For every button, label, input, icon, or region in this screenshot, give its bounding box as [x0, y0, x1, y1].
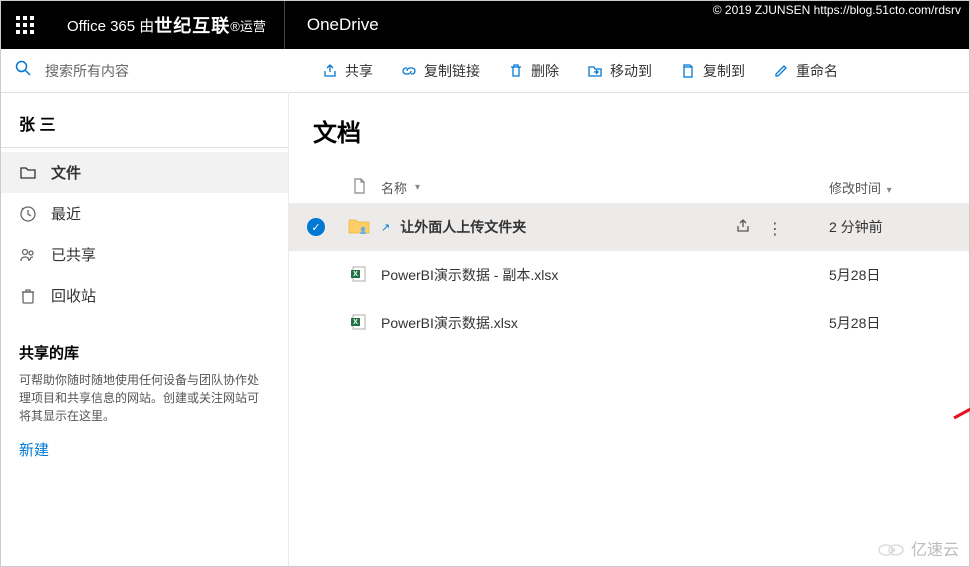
sidebar-item-label: 已共享 [51, 244, 96, 265]
move-icon [587, 63, 603, 79]
file-list-header: 名称 ▾ 修改时间 ▾ [289, 172, 969, 203]
trash-icon [508, 63, 524, 79]
filetype-icon-header[interactable] [337, 178, 381, 197]
copylink-button[interactable]: 复制链接 [388, 55, 493, 87]
search-placeholder: 搜索所有内容 [45, 61, 129, 81]
main-content: 文档 名称 ▾ 修改时间 ▾ ✓ [289, 93, 969, 566]
copyto-label: 复制到 [703, 61, 745, 81]
pencil-icon [773, 63, 789, 79]
command-bar: 搜索所有内容 共享 复制链接 删除 移动到 复制到 重命名 [1, 49, 969, 93]
check-icon[interactable]: ✓ [307, 218, 325, 236]
brand-suffix: ®运营 [230, 16, 266, 35]
copy-icon [680, 63, 696, 79]
file-list: 名称 ▾ 修改时间 ▾ ✓ [289, 172, 969, 347]
user-name: 张 三 [1, 103, 288, 148]
file-modified: 2 分钟前 [829, 217, 969, 237]
brand-area: Office 365 由 世纪互联 ®运营 [49, 1, 285, 49]
copyto-button[interactable]: 复制到 [667, 55, 758, 87]
file-row[interactable]: ✓ ↗ 让外面人上传文件夹 ⋮ 2 分钟前 [289, 203, 969, 251]
shared-folder-icon [348, 217, 370, 235]
file-name: PowerBI演示数据 - 副本.xlsx [381, 265, 558, 285]
watermark-top: © 2019 ZJUNSEN https://blog.51cto.com/rd… [713, 3, 961, 17]
annotation-arrow [949, 383, 970, 423]
rename-label: 重命名 [796, 61, 838, 81]
moveto-label: 移动到 [610, 61, 652, 81]
page-title: 文档 [289, 113, 969, 172]
new-library-button[interactable]: 新建 [1, 425, 288, 474]
brand-prefix: Office 365 由 [67, 15, 154, 36]
excel-file-icon: X [350, 265, 368, 283]
chevron-down-icon: ▾ [887, 185, 892, 196]
share-icon [322, 63, 338, 79]
search-box[interactable]: 搜索所有内容 [1, 49, 289, 93]
sidebar-item-label: 最近 [51, 203, 81, 224]
shared-lib-header: 共享的库 [1, 316, 288, 371]
rename-button[interactable]: 重命名 [760, 55, 851, 87]
row-share-button[interactable] [729, 212, 757, 240]
svg-text:X: X [353, 319, 358, 326]
app-title[interactable]: OneDrive [285, 15, 401, 35]
sidebar-item-label: 文件 [51, 162, 81, 183]
file-name: 让外面人上传文件夹 [400, 217, 526, 237]
row-more-button[interactable]: ⋮ [761, 215, 789, 243]
sidebar-item-shared[interactable]: 已共享 [1, 234, 288, 275]
moveto-button[interactable]: 移动到 [574, 55, 665, 87]
brand-strong: 世纪互联 [154, 12, 230, 38]
delete-label: 删除 [531, 61, 559, 81]
folder-icon [19, 164, 37, 182]
search-icon [15, 60, 31, 81]
file-row[interactable]: X PowerBI演示数据.xlsx 5月28日 [289, 299, 969, 347]
sidebar-item-recent[interactable]: 最近 [1, 193, 288, 234]
file-row[interactable]: X PowerBI演示数据 - 副本.xlsx 5月28日 [289, 251, 969, 299]
sidebar-item-files[interactable]: 文件 [1, 152, 288, 193]
command-buttons: 共享 复制链接 删除 移动到 复制到 重命名 [289, 55, 851, 87]
column-modified[interactable]: 修改时间 ▾ [829, 178, 969, 197]
copylink-label: 复制链接 [424, 61, 480, 81]
delete-button[interactable]: 删除 [495, 55, 572, 87]
excel-file-icon: X [350, 313, 368, 331]
recycle-icon [19, 287, 37, 305]
sidebar-item-label: 回收站 [51, 285, 96, 306]
column-name[interactable]: 名称 ▾ [381, 178, 729, 197]
chevron-down-icon: ▾ [415, 182, 420, 193]
share-button[interactable]: 共享 [309, 55, 386, 87]
file-modified: 5月28日 [829, 313, 969, 333]
app-launcher-button[interactable] [1, 1, 49, 49]
svg-text:X: X [353, 271, 358, 278]
clock-icon [19, 205, 37, 223]
sidebar-item-recycle[interactable]: 回收站 [1, 275, 288, 316]
people-icon [19, 246, 37, 264]
share-label: 共享 [345, 61, 373, 81]
link-icon [401, 63, 417, 79]
watermark-bottom: 亿速云 [877, 536, 959, 560]
shared-lib-desc: 可帮助你随时随地使用任何设备与团队协作处理项目和共享信息的网站。创建或关注网站可… [1, 371, 288, 425]
file-name: PowerBI演示数据.xlsx [381, 313, 518, 333]
shortcut-icon: ↗ [381, 221, 390, 234]
sidebar: 张 三 文件 最近 已共享 回收站 共享的库 可帮助你随时随地使用任何设备与团队… [1, 93, 289, 566]
file-modified: 5月28日 [829, 265, 969, 285]
